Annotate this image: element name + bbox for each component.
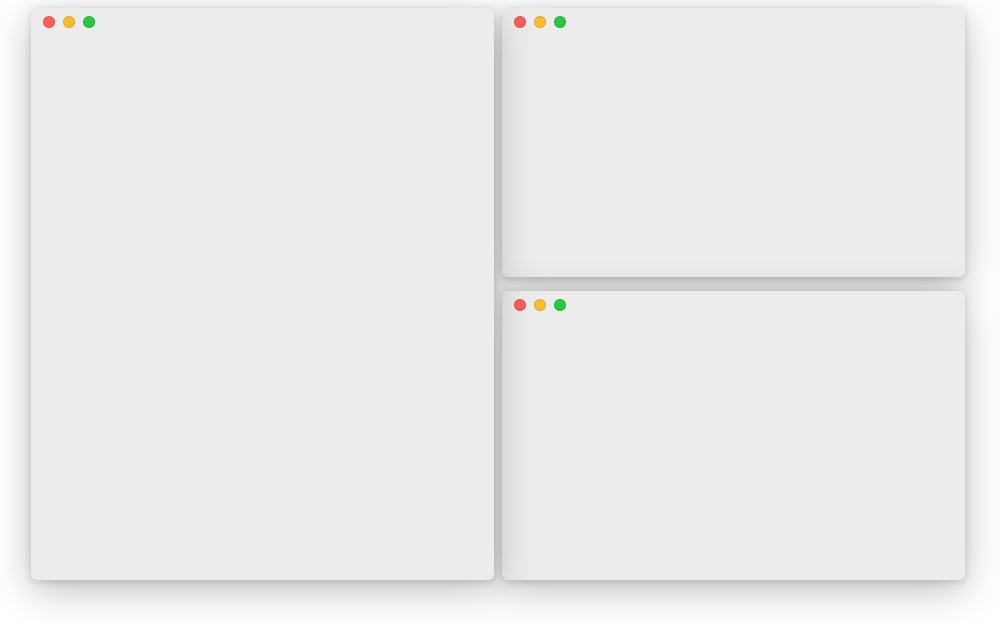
zoom-icon[interactable]: [554, 299, 566, 311]
titlebar[interactable]: [502, 291, 965, 319]
close-icon[interactable]: [514, 16, 526, 28]
minimize-icon[interactable]: [534, 16, 546, 28]
window-content: [502, 36, 965, 277]
zoom-icon[interactable]: [554, 16, 566, 28]
window-left[interactable]: [31, 8, 494, 580]
minimize-icon[interactable]: [63, 16, 75, 28]
window-bottom-right[interactable]: [502, 291, 965, 580]
zoom-icon[interactable]: [83, 16, 95, 28]
minimize-icon[interactable]: [534, 299, 546, 311]
close-icon[interactable]: [514, 299, 526, 311]
window-content: [31, 36, 494, 580]
window-top-right[interactable]: [502, 8, 965, 277]
titlebar[interactable]: [31, 8, 494, 36]
titlebar[interactable]: [502, 8, 965, 36]
close-icon[interactable]: [43, 16, 55, 28]
window-content: [502, 319, 965, 580]
